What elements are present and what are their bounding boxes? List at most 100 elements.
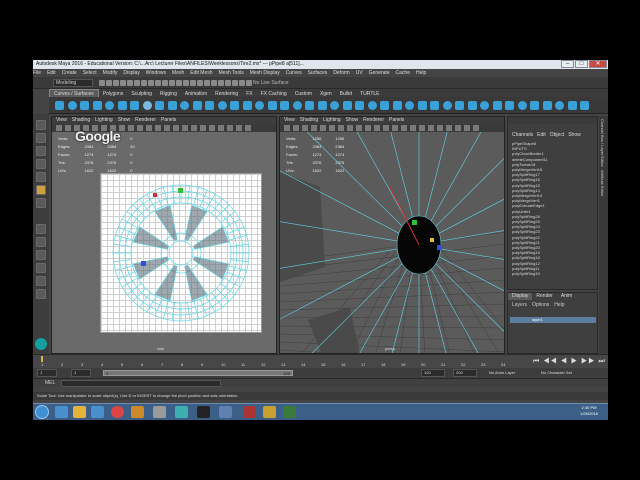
viewport-toolbar-icon[interactable] [392,125,398,131]
viewport-menu-shading[interactable]: Shading [72,117,90,124]
manipulator-handle-green[interactable] [178,188,183,193]
chrome-icon[interactable] [111,406,124,418]
status-line-tool-icon[interactable] [127,80,133,86]
shelf-tool-icon[interactable] [117,101,127,110]
status-line-tool-icon[interactable] [183,80,189,86]
shelf-tool-icon[interactable] [580,101,589,110]
viewport-toolbar-icon[interactable] [209,125,215,131]
maximize-button[interactable]: □ [575,60,588,68]
menu-file[interactable]: File [33,69,41,77]
viewport-toolbar-icon[interactable] [200,125,206,131]
channel-box-tab[interactable]: Channel Box / Layer Editor [600,119,605,167]
shelf-tool-icon[interactable] [417,101,427,110]
menu-mesh-tools[interactable]: Mesh Tools [219,69,244,77]
status-line-tool-icon[interactable] [120,80,126,86]
live-surface-field[interactable]: No Live Surface [253,79,289,87]
side-by-side-layout-icon[interactable] [36,250,46,260]
viewport-toolbar-icon[interactable] [128,125,134,131]
viewport-toolbar-icon[interactable] [374,125,380,131]
status-line-tool-icon[interactable] [225,80,231,86]
range-bar[interactable]: 1 120 [103,370,293,376]
menu-generate[interactable]: Generate [369,69,390,77]
shelf-tool-icon[interactable] [105,101,114,110]
viewport-toolbar-icon[interactable] [218,125,224,131]
shelf-tool-icon[interactable] [517,101,527,110]
viewport-toolbar-icon[interactable] [173,125,179,131]
viewport-toolbar-icon[interactable] [164,125,170,131]
status-line-tool-icon[interactable] [162,80,168,86]
shelf-tool-icon[interactable] [255,101,264,110]
status-line-tool-icon[interactable] [113,80,119,86]
status-line-tool-icon[interactable] [204,80,210,86]
app-icon[interactable] [263,406,276,418]
menu-cache[interactable]: Cache [396,69,410,77]
layer-menu-item[interactable]: Layers [512,302,527,308]
scale-handle-blue[interactable] [437,245,442,250]
shelf-tool-icon[interactable] [317,101,327,110]
viewport-toolbar-icon[interactable] [401,125,407,131]
viewport-toolbar-icon[interactable] [365,125,371,131]
mel-input[interactable] [61,380,221,387]
shelf-tool-icon[interactable] [355,101,364,110]
viewport-toolbar-icon[interactable] [383,125,389,131]
shelf-tool-icon[interactable] [380,101,389,110]
shelf-tool-icon[interactable] [67,101,77,110]
viewport-toolbar-icon[interactable] [464,125,470,131]
viewport-toolbar-icon[interactable] [446,125,452,131]
four-view-layout-icon[interactable] [36,237,46,247]
viewport-menu-panels[interactable]: Panels [161,117,176,124]
shelf-tool-icon[interactable] [242,101,252,110]
shelf-tool-icon[interactable] [330,101,339,110]
menu-edit-mesh[interactable]: Edit Mesh [190,69,212,77]
viewport-toolbar-icon[interactable] [302,125,308,131]
ie-icon[interactable] [55,406,68,418]
menu-edit[interactable]: Edit [47,69,56,77]
status-line-tool-icon[interactable] [190,80,196,86]
ie-icon[interactable] [91,406,104,418]
menu-select[interactable]: Select [83,69,97,77]
viewport-toolbar-icon[interactable] [437,125,443,131]
status-line-tool-icon[interactable] [148,80,154,86]
layer-tab[interactable]: Anim [557,293,576,300]
channel-box-menu-item[interactable]: Object [550,132,564,138]
status-line-tool-icon[interactable] [218,80,224,86]
shelf-tool-icon[interactable] [467,101,477,110]
lasso-tool-icon[interactable] [36,133,46,143]
shelf-tool-icon[interactable] [505,101,514,110]
shelf-tool-icon[interactable] [80,101,89,110]
channel-box-menu-item[interactable]: Edit [537,132,546,138]
viewport-toolbar-icon[interactable] [455,125,461,131]
paint-select-icon[interactable] [36,146,46,156]
menu-set-dropdown[interactable]: Modeling [53,79,93,87]
playback-end-field[interactable]: 120 [421,369,445,377]
menu-uv[interactable]: UV [356,69,363,77]
menu-deform[interactable]: Deform [333,69,349,77]
start-time-field[interactable]: 1 [37,369,57,377]
viewport-toolbar-icon[interactable] [245,125,251,131]
shelf-tool-icon[interactable] [480,101,489,110]
screen-recorder-icon[interactable] [219,406,232,418]
hypershade-layout-icon[interactable] [36,289,46,299]
shelf-tool-icon[interactable] [455,101,464,110]
manipulator-handle-blue[interactable] [141,261,146,266]
viewport-toolbar-icon[interactable] [155,125,161,131]
graph-layout-icon[interactable] [36,276,46,286]
viewport-toolbar-icon[interactable] [320,125,326,131]
viewport-toolbar-icon[interactable] [293,125,299,131]
shelf-tool-icon[interactable] [217,101,227,110]
character-set-dropdown[interactable]: No Character Set [541,370,572,375]
viewport-menu-view[interactable]: View [284,117,295,124]
viewport-menu-renderer[interactable]: Renderer [363,117,384,124]
menu-modify[interactable]: Modify [103,69,118,77]
status-line-tool-icon[interactable] [155,80,161,86]
status-line-tool-icon[interactable] [141,80,147,86]
viewport-toolbar-icon[interactable] [338,125,344,131]
shelf-tool-icon[interactable] [430,101,439,110]
shelf-tool-icon[interactable] [180,101,189,110]
menu-help[interactable]: Help [416,69,426,77]
shelf-tool-icon[interactable] [167,101,177,110]
status-line-tool-icon[interactable] [106,80,112,86]
scale-handle-green[interactable] [412,220,417,225]
current-frame-marker[interactable] [41,356,43,362]
menu-display[interactable]: Display [123,69,139,77]
